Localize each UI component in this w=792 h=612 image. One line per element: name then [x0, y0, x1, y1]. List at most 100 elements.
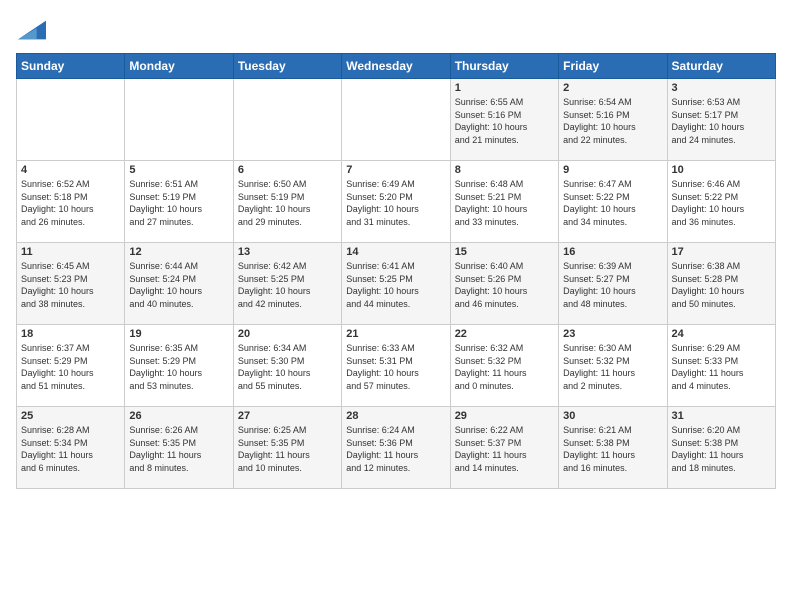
day-info: Sunrise: 6:26 AM Sunset: 5:35 PM Dayligh…	[129, 424, 228, 474]
calendar-table: SundayMondayTuesdayWednesdayThursdayFrid…	[16, 53, 776, 489]
weekday-header-thursday: Thursday	[450, 54, 558, 79]
calendar-week-row: 25 Sunrise: 6:28 AM Sunset: 5:34 PM Dayli…	[17, 407, 776, 489]
calendar-cell: 25 Sunrise: 6:28 AM Sunset: 5:34 PM Dayli…	[17, 407, 125, 489]
day-info: Sunrise: 6:28 AM Sunset: 5:34 PM Dayligh…	[21, 424, 120, 474]
day-info: Sunrise: 6:44 AM Sunset: 5:24 PM Dayligh…	[129, 260, 228, 310]
day-info: Sunrise: 6:45 AM Sunset: 5:23 PM Dayligh…	[21, 260, 120, 310]
day-info: Sunrise: 6:32 AM Sunset: 5:32 PM Dayligh…	[455, 342, 554, 392]
day-info: Sunrise: 6:48 AM Sunset: 5:21 PM Dayligh…	[455, 178, 554, 228]
page-container: SundayMondayTuesdayWednesdayThursdayFrid…	[0, 0, 792, 497]
calendar-cell: 21 Sunrise: 6:33 AM Sunset: 5:31 PM Dayli…	[342, 325, 450, 407]
day-info: Sunrise: 6:21 AM Sunset: 5:38 PM Dayligh…	[563, 424, 662, 474]
day-number: 24	[672, 328, 771, 340]
day-info: Sunrise: 6:37 AM Sunset: 5:29 PM Dayligh…	[21, 342, 120, 392]
day-info: Sunrise: 6:33 AM Sunset: 5:31 PM Dayligh…	[346, 342, 445, 392]
day-info: Sunrise: 6:55 AM Sunset: 5:16 PM Dayligh…	[455, 96, 554, 146]
day-info: Sunrise: 6:53 AM Sunset: 5:17 PM Dayligh…	[672, 96, 771, 146]
day-number: 28	[346, 410, 445, 422]
calendar-cell: 29Sunrise: 6:22 AM Sunset: 5:37 PM Dayli…	[450, 407, 558, 489]
logo	[16, 16, 46, 49]
day-number: 29	[455, 410, 554, 422]
day-number: 14	[346, 246, 445, 258]
day-info: Sunrise: 6:35 AM Sunset: 5:29 PM Dayligh…	[129, 342, 228, 392]
calendar-cell: 18 Sunrise: 6:37 AM Sunset: 5:29 PM Dayli…	[17, 325, 125, 407]
calendar-cell: 15 Sunrise: 6:40 AM Sunset: 5:26 PM Dayli…	[450, 243, 558, 325]
day-number: 18	[21, 328, 120, 340]
day-info: Sunrise: 6:30 AM Sunset: 5:32 PM Dayligh…	[563, 342, 662, 392]
calendar-cell: 12 Sunrise: 6:44 AM Sunset: 5:24 PM Dayli…	[125, 243, 233, 325]
day-info: Sunrise: 6:39 AM Sunset: 5:27 PM Dayligh…	[563, 260, 662, 310]
day-number: 3	[672, 82, 771, 94]
calendar-cell: 27 Sunrise: 6:25 AM Sunset: 5:35 PM Dayli…	[233, 407, 341, 489]
day-info: Sunrise: 6:42 AM Sunset: 5:25 PM Dayligh…	[238, 260, 337, 310]
calendar-cell: 22 Sunrise: 6:32 AM Sunset: 5:32 PM Dayli…	[450, 325, 558, 407]
day-number: 6	[238, 164, 337, 176]
day-info: Sunrise: 6:40 AM Sunset: 5:26 PM Dayligh…	[455, 260, 554, 310]
day-number: 11	[21, 246, 120, 258]
day-info: Sunrise: 6:46 AM Sunset: 5:22 PM Dayligh…	[672, 178, 771, 228]
day-number: 30	[563, 410, 662, 422]
day-number: 7	[346, 164, 445, 176]
day-number: 12	[129, 246, 228, 258]
calendar-week-row: 1 Sunrise: 6:55 AM Sunset: 5:16 PM Daylig…	[17, 79, 776, 161]
day-number: 15	[455, 246, 554, 258]
day-number: 21	[346, 328, 445, 340]
day-info: Sunrise: 6:20 AM Sunset: 5:38 PM Dayligh…	[672, 424, 771, 474]
calendar-cell: 10 Sunrise: 6:46 AM Sunset: 5:22 PM Dayli…	[667, 161, 775, 243]
calendar-cell: 24 Sunrise: 6:29 AM Sunset: 5:33 PM Dayli…	[667, 325, 775, 407]
calendar-cell: 1 Sunrise: 6:55 AM Sunset: 5:16 PM Daylig…	[450, 79, 558, 161]
calendar-week-row: 4 Sunrise: 6:52 AM Sunset: 5:18 PM Daylig…	[17, 161, 776, 243]
calendar-cell: 19 Sunrise: 6:35 AM Sunset: 5:29 PM Dayli…	[125, 325, 233, 407]
calendar-cell	[342, 79, 450, 161]
day-number: 1	[455, 82, 554, 94]
calendar-cell: 8 Sunrise: 6:48 AM Sunset: 5:21 PM Daylig…	[450, 161, 558, 243]
calendar-cell: 9Sunrise: 6:47 AM Sunset: 5:22 PM Daylig…	[559, 161, 667, 243]
day-number: 10	[672, 164, 771, 176]
weekday-header-sunday: Sunday	[17, 54, 125, 79]
day-info: Sunrise: 6:52 AM Sunset: 5:18 PM Dayligh…	[21, 178, 120, 228]
day-number: 13	[238, 246, 337, 258]
calendar-cell: 16 Sunrise: 6:39 AM Sunset: 5:27 PM Dayli…	[559, 243, 667, 325]
calendar-cell: 20 Sunrise: 6:34 AM Sunset: 5:30 PM Dayli…	[233, 325, 341, 407]
day-number: 19	[129, 328, 228, 340]
day-number: 17	[672, 246, 771, 258]
day-info: Sunrise: 6:29 AM Sunset: 5:33 PM Dayligh…	[672, 342, 771, 392]
calendar-cell: 7Sunrise: 6:49 AM Sunset: 5:20 PM Daylig…	[342, 161, 450, 243]
calendar-header: SundayMondayTuesdayWednesdayThursdayFrid…	[17, 54, 776, 79]
calendar-cell	[17, 79, 125, 161]
weekday-header-monday: Monday	[125, 54, 233, 79]
calendar-cell: 2Sunrise: 6:54 AM Sunset: 5:16 PM Daylig…	[559, 79, 667, 161]
calendar-cell: 14 Sunrise: 6:41 AM Sunset: 5:25 PM Dayli…	[342, 243, 450, 325]
day-number: 31	[672, 410, 771, 422]
day-number: 26	[129, 410, 228, 422]
calendar-cell: 11 Sunrise: 6:45 AM Sunset: 5:23 PM Dayli…	[17, 243, 125, 325]
calendar-cell: 13 Sunrise: 6:42 AM Sunset: 5:25 PM Dayli…	[233, 243, 341, 325]
day-number: 22	[455, 328, 554, 340]
day-info: Sunrise: 6:41 AM Sunset: 5:25 PM Dayligh…	[346, 260, 445, 310]
calendar-cell: 5Sunrise: 6:51 AM Sunset: 5:19 PM Daylig…	[125, 161, 233, 243]
day-number: 20	[238, 328, 337, 340]
day-number: 23	[563, 328, 662, 340]
day-info: Sunrise: 6:54 AM Sunset: 5:16 PM Dayligh…	[563, 96, 662, 146]
calendar-cell: 3 Sunrise: 6:53 AM Sunset: 5:17 PM Daylig…	[667, 79, 775, 161]
header	[16, 12, 776, 49]
day-number: 4	[21, 164, 120, 176]
day-info: Sunrise: 6:34 AM Sunset: 5:30 PM Dayligh…	[238, 342, 337, 392]
day-info: Sunrise: 6:50 AM Sunset: 5:19 PM Dayligh…	[238, 178, 337, 228]
day-number: 16	[563, 246, 662, 258]
calendar-week-row: 18 Sunrise: 6:37 AM Sunset: 5:29 PM Dayli…	[17, 325, 776, 407]
day-info: Sunrise: 6:25 AM Sunset: 5:35 PM Dayligh…	[238, 424, 337, 474]
day-info: Sunrise: 6:38 AM Sunset: 5:28 PM Dayligh…	[672, 260, 771, 310]
weekday-header-friday: Friday	[559, 54, 667, 79]
day-info: Sunrise: 6:51 AM Sunset: 5:19 PM Dayligh…	[129, 178, 228, 228]
weekday-header-saturday: Saturday	[667, 54, 775, 79]
weekday-header-wednesday: Wednesday	[342, 54, 450, 79]
calendar-cell: 30 Sunrise: 6:21 AM Sunset: 5:38 PM Dayli…	[559, 407, 667, 489]
calendar-cell: 4 Sunrise: 6:52 AM Sunset: 5:18 PM Daylig…	[17, 161, 125, 243]
calendar-cell: 17 Sunrise: 6:38 AM Sunset: 5:28 PM Dayli…	[667, 243, 775, 325]
calendar-cell	[125, 79, 233, 161]
day-number: 8	[455, 164, 554, 176]
day-number: 27	[238, 410, 337, 422]
weekday-header-row: SundayMondayTuesdayWednesdayThursdayFrid…	[17, 54, 776, 79]
day-number: 25	[21, 410, 120, 422]
